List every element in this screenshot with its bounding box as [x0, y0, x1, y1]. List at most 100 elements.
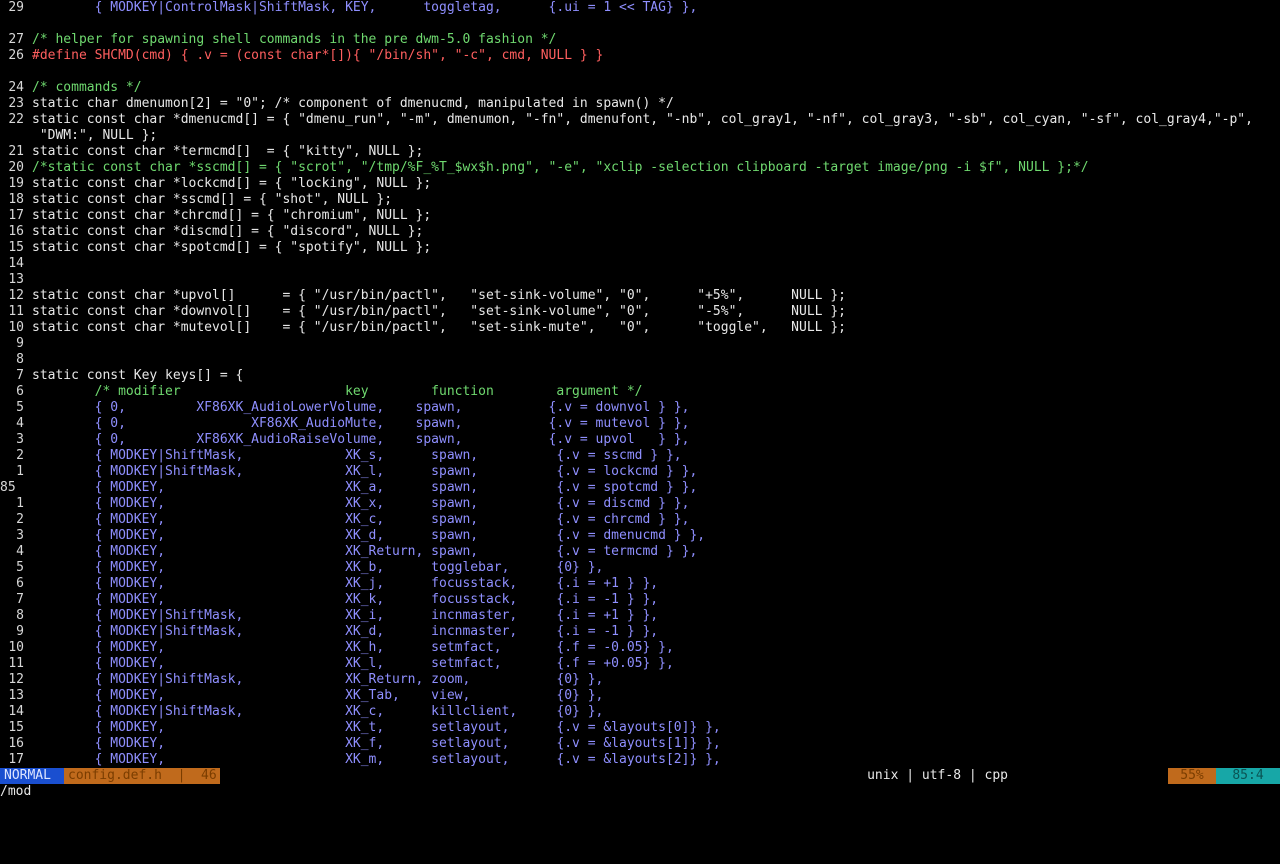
- code-line[interactable]: 3 { MODKEY, XK_d, spawn, {.v = dmenucmd …: [0, 528, 1280, 544]
- line-number: 1: [16, 464, 24, 479]
- line-text: #define SHCMD(cmd) { .v = (const char*[]…: [32, 48, 604, 63]
- code-line[interactable]: 9 { MODKEY|ShiftMask, XK_d, incnmaster, …: [0, 624, 1280, 640]
- line-text: static const char *dmenucmd[] = { "dmenu…: [32, 112, 1253, 127]
- code-line[interactable]: 4 { 0, XF86XK_AudioMute, spawn, {.v = mu…: [0, 416, 1280, 432]
- code-line[interactable]: 10 { MODKEY, XK_h, setmfact, {.f = -0.05…: [0, 640, 1280, 656]
- line-number: 13: [8, 272, 24, 287]
- line-number: 12: [8, 672, 24, 687]
- code-line[interactable]: 6 { MODKEY, XK_j, focusstack, {.i = +1 }…: [0, 576, 1280, 592]
- code-line[interactable]: 5 { 0, XF86XK_AudioLowerVolume, spawn, {…: [0, 400, 1280, 416]
- line-number: 17: [8, 752, 24, 767]
- line-number: 29: [8, 0, 24, 15]
- code-line[interactable]: 16 static const char *discmd[] = { "disco…: [0, 224, 1280, 240]
- code-line[interactable]: 22 static const char *dmenucmd[] = { "dme…: [0, 112, 1280, 128]
- line-text: { MODKEY, XK_m, setlayout, {.v = &layout…: [32, 752, 721, 767]
- code-line[interactable]: 26 #define SHCMD(cmd) { .v = (const char*…: [0, 48, 1280, 64]
- line-text: static const char *downvol[] = { "/usr/b…: [32, 304, 846, 319]
- line-text: static const char *chrcmd[] = { "chromiu…: [32, 208, 432, 223]
- code-line[interactable]: 10 static const char *mutevol[] = { "/usr…: [0, 320, 1280, 336]
- code-line[interactable]: 8 { MODKEY|ShiftMask, XK_i, incnmaster, …: [0, 608, 1280, 624]
- line-number: 16: [8, 736, 24, 751]
- line-text: { MODKEY, XK_d, spawn, {.v = dmenucmd } …: [32, 528, 706, 543]
- line-number: 21: [8, 144, 24, 159]
- code-line[interactable]: 1 { MODKEY, XK_x, spawn, {.v = discmd } …: [0, 496, 1280, 512]
- code-line[interactable]: 16 { MODKEY, XK_f, setlayout, {.v = &lay…: [0, 736, 1280, 752]
- code-line[interactable]: 14: [0, 256, 1280, 272]
- line-number: 14: [8, 256, 24, 271]
- line-text: { MODKEY|ShiftMask, XK_Return, zoom, {0}…: [32, 672, 604, 687]
- line-text: { MODKEY, XK_x, spawn, {.v = discmd } },: [32, 496, 690, 511]
- code-line[interactable]: 13: [0, 272, 1280, 288]
- code-line[interactable]: 29 { MODKEY|ControlMask|ShiftMask, KEY, …: [0, 0, 1280, 16]
- line-text: { 0, XF86XK_AudioRaiseVolume, spawn, {.v…: [32, 432, 690, 447]
- line-number: 22: [8, 112, 24, 127]
- line-text: /*static const char *sscmd[] = { "scrot"…: [32, 160, 1089, 175]
- code-line[interactable]: 17 static const char *chrcmd[] = { "chrom…: [0, 208, 1280, 224]
- code-line[interactable]: [0, 16, 1280, 32]
- file-name-segment: config.def.h | 46: [64, 768, 220, 784]
- line-text: static const char *termcmd[] = { "kitty"…: [32, 144, 424, 159]
- code-line[interactable]: 15 static const char *spotcmd[] = { "spot…: [0, 240, 1280, 256]
- line-number: 4: [16, 544, 24, 559]
- code-line[interactable]: 2 { MODKEY|ShiftMask, XK_s, spawn, {.v =…: [0, 448, 1280, 464]
- code-line[interactable]: 11 { MODKEY, XK_l, setmfact, {.f = +0.05…: [0, 656, 1280, 672]
- code-line[interactable]: 20 /*static const char *sscmd[] = { "scro…: [0, 160, 1280, 176]
- line-text: { MODKEY|ShiftMask, XK_l, spawn, {.v = l…: [32, 464, 698, 479]
- line-number: 4: [16, 416, 24, 431]
- line-number: 15: [8, 240, 24, 255]
- line-text: { MODKEY, XK_t, setlayout, {.v = &layout…: [32, 720, 721, 735]
- line-text: { MODKEY, XK_l, setmfact, {.f = +0.05} }…: [32, 656, 674, 671]
- line-number: 2: [16, 512, 24, 527]
- code-line[interactable]: 7 { MODKEY, XK_k, focusstack, {.i = -1 }…: [0, 592, 1280, 608]
- code-line[interactable]: 24 /* commands */: [0, 80, 1280, 96]
- line-text: static char dmenumon[2] = "0"; /* compon…: [32, 96, 674, 111]
- line-number: 16: [8, 224, 24, 239]
- code-line[interactable]: 19 static const char *lockcmd[] = { "lock…: [0, 176, 1280, 192]
- code-line[interactable]: 7 static const Key keys[] = {: [0, 368, 1280, 384]
- line-text: /* modifier key function argument */: [32, 384, 643, 399]
- line-text: /* helper for spawning shell commands in…: [32, 32, 557, 47]
- line-text: { MODKEY|ShiftMask, XK_c, killclient, {0…: [32, 704, 604, 719]
- code-line[interactable]: 18 static const char *sscmd[] = { "shot",…: [0, 192, 1280, 208]
- line-text: { 0, XF86XK_AudioMute, spawn, {.v = mute…: [32, 416, 690, 431]
- code-line[interactable]: 1 { MODKEY|ShiftMask, XK_l, spawn, {.v =…: [0, 464, 1280, 480]
- code-line[interactable]: 2 { MODKEY, XK_c, spawn, {.v = chrcmd } …: [0, 512, 1280, 528]
- code-line[interactable]: 4 { MODKEY, XK_Return, spawn, {.v = term…: [0, 544, 1280, 560]
- code-line[interactable]: 17 { MODKEY, XK_m, setlayout, {.v = &lay…: [0, 752, 1280, 768]
- code-line[interactable]: "DWM:", NULL };: [0, 128, 1280, 144]
- code-line[interactable]: [0, 64, 1280, 80]
- code-line[interactable]: 8: [0, 352, 1280, 368]
- line-number: 11: [8, 304, 24, 319]
- code-line[interactable]: 3 { 0, XF86XK_AudioRaiseVolume, spawn, {…: [0, 432, 1280, 448]
- line-text: static const char *sscmd[] = { "shot", N…: [32, 192, 393, 207]
- line-text: { MODKEY, XK_a, spawn, {.v = spotcmd } }…: [32, 480, 698, 495]
- code-line[interactable]: 27 /* helper for spawning shell commands …: [0, 32, 1280, 48]
- code-line[interactable]: 85 { MODKEY, XK_a, spawn, {.v = spotcmd …: [0, 480, 1280, 496]
- line-number: 15: [8, 720, 24, 735]
- command-line[interactable]: /mod: [0, 784, 31, 800]
- scroll-percent-segment: 55%: [1168, 768, 1216, 784]
- line-text: { MODKEY|ShiftMask, XK_d, incnmaster, {.…: [32, 624, 659, 639]
- code-line[interactable]: 13 { MODKEY, XK_Tab, view, {0} },: [0, 688, 1280, 704]
- line-number: 5: [16, 400, 24, 415]
- line-text: { MODKEY, XK_k, focusstack, {.i = -1 } }…: [32, 592, 659, 607]
- code-line[interactable]: 15 { MODKEY, XK_t, setlayout, {.v = &lay…: [0, 720, 1280, 736]
- code-line[interactable]: 9: [0, 336, 1280, 352]
- line-text: static const char *upvol[] = { "/usr/bin…: [32, 288, 846, 303]
- code-line[interactable]: 21 static const char *termcmd[] = { "kitt…: [0, 144, 1280, 160]
- code-line[interactable]: 5 { MODKEY, XK_b, togglebar, {0} },: [0, 560, 1280, 576]
- code-line[interactable]: 6 /* modifier key function argument */: [0, 384, 1280, 400]
- code-line[interactable]: 11 static const char *downvol[] = { "/usr…: [0, 304, 1280, 320]
- code-line[interactable]: 12 static const char *upvol[] = { "/usr/b…: [0, 288, 1280, 304]
- line-text: { MODKEY, XK_b, togglebar, {0} },: [32, 560, 604, 575]
- line-number: 7: [16, 592, 24, 607]
- line-text: "DWM:", NULL };: [32, 128, 158, 143]
- code-line[interactable]: 12 { MODKEY|ShiftMask, XK_Return, zoom, …: [0, 672, 1280, 688]
- line-number: 6: [16, 576, 24, 591]
- code-line[interactable]: 14 { MODKEY|ShiftMask, XK_c, killclient,…: [0, 704, 1280, 720]
- line-text: { MODKEY, XK_f, setlayout, {.v = &layout…: [32, 736, 721, 751]
- line-number: 11: [8, 656, 24, 671]
- code-line[interactable]: 23 static char dmenumon[2] = "0"; /* comp…: [0, 96, 1280, 112]
- editor-buffer[interactable]: 29 { MODKEY|ControlMask|ShiftMask, KEY, …: [0, 0, 1280, 768]
- line-number: 23: [8, 96, 24, 111]
